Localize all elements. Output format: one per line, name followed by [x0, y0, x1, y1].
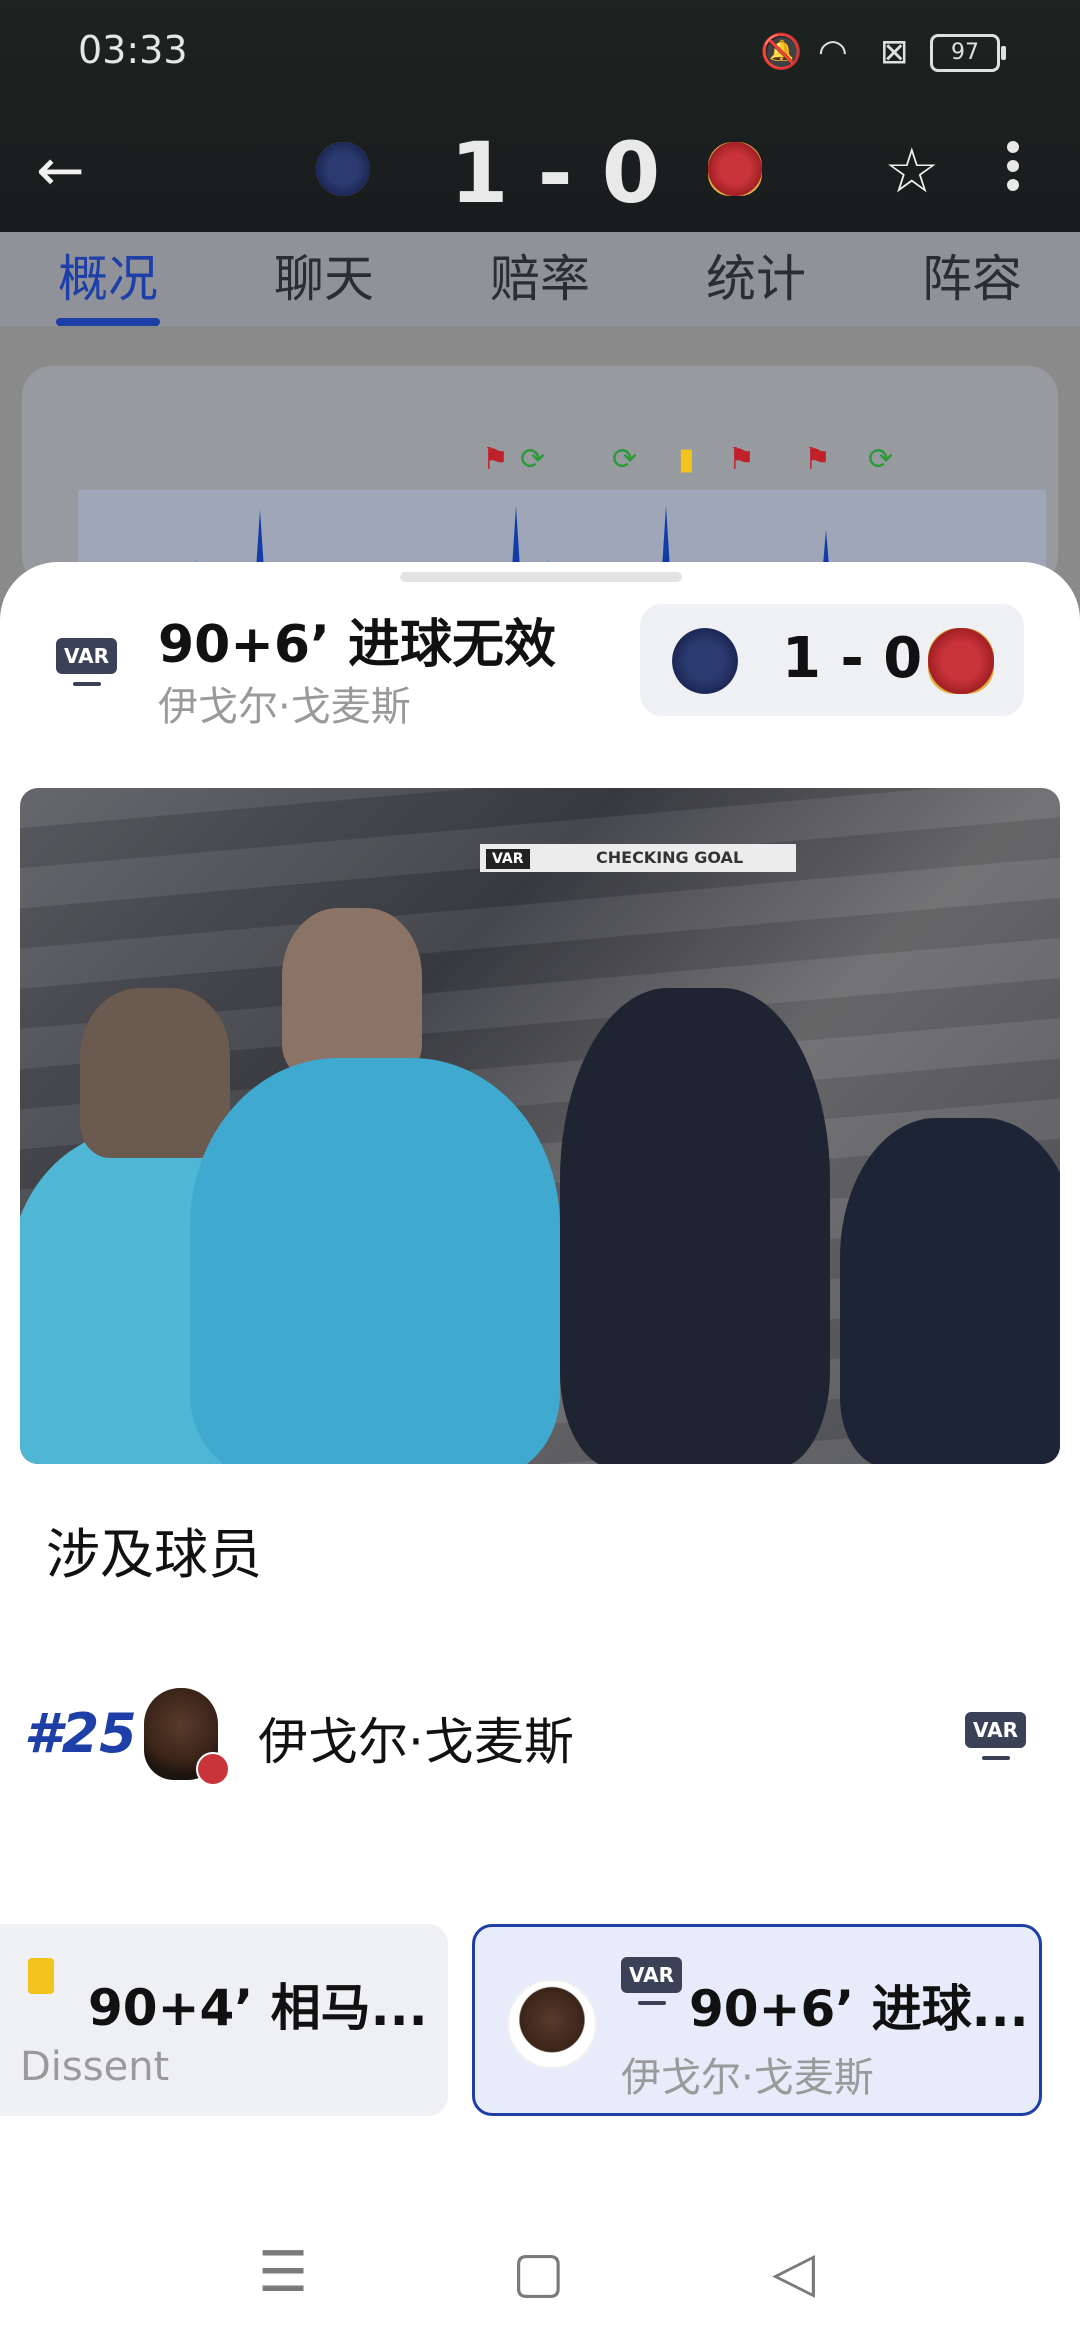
referee-figure — [190, 1058, 560, 1464]
event-carousel: 90+4’ 相马... Dissent VAR 90+6’ 进球... 伊戈尔·… — [0, 1924, 1080, 2124]
event-card-yellow[interactable]: 90+4’ 相马... Dissent — [0, 1924, 448, 2116]
corner-flag-icon: ⚑ — [728, 442, 755, 477]
home-team-logo[interactable] — [316, 142, 370, 196]
mute-icon: 🔕 — [760, 32, 803, 72]
sim-off-icon: ⊠ — [880, 32, 909, 72]
event-detail-sheet: VAR 90+6’ 进球无效 伊戈尔·戈麦斯 1 - 0 VAR CHECKIN… — [0, 562, 1080, 2340]
var-overlay-text: CHECKING GOAL — [596, 848, 744, 867]
away-team-logo[interactable] — [708, 142, 762, 196]
tab-odds[interactable]: 赔率 — [432, 232, 648, 326]
var-icon: VAR — [621, 1957, 682, 1993]
background-overview: ⚑ ⟳ ⟳ ▮ ⚑ ⚑ ⟳ — [0, 326, 1080, 600]
battery-icon: 97 — [930, 34, 1006, 72]
event-title: 90+6’ 进球无效 — [158, 615, 556, 675]
event-score: 1 - 0 — [782, 626, 923, 691]
yellow-card-icon — [28, 1958, 54, 1994]
match-header: 03:33 🔕 ◠ ⊠ 97 ← 1 - 0 ☆ — [0, 0, 1080, 232]
wifi-icon: ◠ — [818, 32, 848, 72]
event-score-card: 1 - 0 — [640, 604, 1024, 716]
substitution-icon: ⟳ — [612, 442, 638, 477]
var-overlay-tag: VAR — [486, 849, 530, 869]
player-avatar — [507, 1979, 597, 2069]
var-icon: VAR — [56, 638, 117, 674]
club-badge-icon — [196, 1752, 230, 1786]
player-figure — [80, 988, 230, 1158]
tab-chat[interactable]: 聊天 — [216, 232, 432, 326]
home-team-logo — [672, 628, 738, 694]
event-card-title: 90+4’ 相马... — [88, 1979, 428, 2037]
player-avatar — [144, 1688, 230, 1786]
back-triangle-icon[interactable]: ◁ — [772, 2240, 815, 2305]
yellow-card-icon: ▮ — [678, 442, 695, 477]
back-button[interactable]: ← — [36, 140, 96, 200]
system-navigation-bar: ☰ ▢ ◁ — [0, 2200, 1080, 2340]
corner-flag-icon: ⚑ — [482, 442, 509, 477]
event-player: 伊戈尔·戈麦斯 — [158, 684, 411, 730]
referee-figure — [282, 908, 422, 1078]
status-bar: 03:33 🔕 ◠ ⊠ 97 — [0, 0, 1080, 110]
corner-flag-icon: ⚑ — [804, 442, 831, 477]
match-score: 1 - 0 — [450, 124, 661, 222]
momentum-card: ⚑ ⟳ ⟳ ▮ ⚑ ⚑ ⟳ — [22, 366, 1058, 600]
away-team-logo — [928, 628, 994, 694]
match-tabs: 概况 聊天 赔率 统计 阵容 — [0, 232, 1080, 326]
var-video-clip[interactable]: VAR CHECKING GOAL — [20, 788, 1060, 1464]
status-time: 03:33 — [78, 28, 188, 72]
event-card-var[interactable]: VAR 90+6’ 进球... 伊戈尔·戈麦斯 — [472, 1924, 1042, 2116]
tab-overview[interactable]: 概况 — [0, 232, 216, 326]
player-name: 伊戈尔·戈麦斯 — [258, 1713, 574, 1771]
var-overlay: VAR CHECKING GOAL — [480, 844, 796, 872]
event-card-subtitle: Dissent — [20, 2044, 170, 2090]
var-icon: VAR — [965, 1712, 1026, 1748]
involved-player-row[interactable]: #25 伊戈尔·戈麦斯 VAR — [0, 1672, 1080, 1796]
home-square-icon[interactable]: ▢ — [512, 2240, 565, 2305]
involved-players-title: 涉及球员 — [46, 1523, 262, 1586]
tab-lineup[interactable]: 阵容 — [864, 232, 1080, 326]
substitution-icon: ⟳ — [868, 442, 894, 477]
event-card-title: 90+6’ 进球... — [689, 1980, 1029, 2038]
player-figure — [840, 1118, 1060, 1464]
sheet-drag-handle[interactable] — [400, 572, 682, 582]
favorite-star-icon[interactable]: ☆ — [884, 134, 940, 207]
staff-figure — [560, 988, 830, 1464]
tab-stats[interactable]: 统计 — [648, 232, 864, 326]
more-options-icon[interactable] — [998, 134, 1028, 204]
event-card-subtitle: 伊戈尔·戈麦斯 — [621, 2055, 874, 2101]
menu-icon[interactable]: ☰ — [258, 2240, 308, 2305]
substitution-icon: ⟳ — [520, 442, 546, 477]
player-number: #25 — [24, 1702, 137, 1765]
